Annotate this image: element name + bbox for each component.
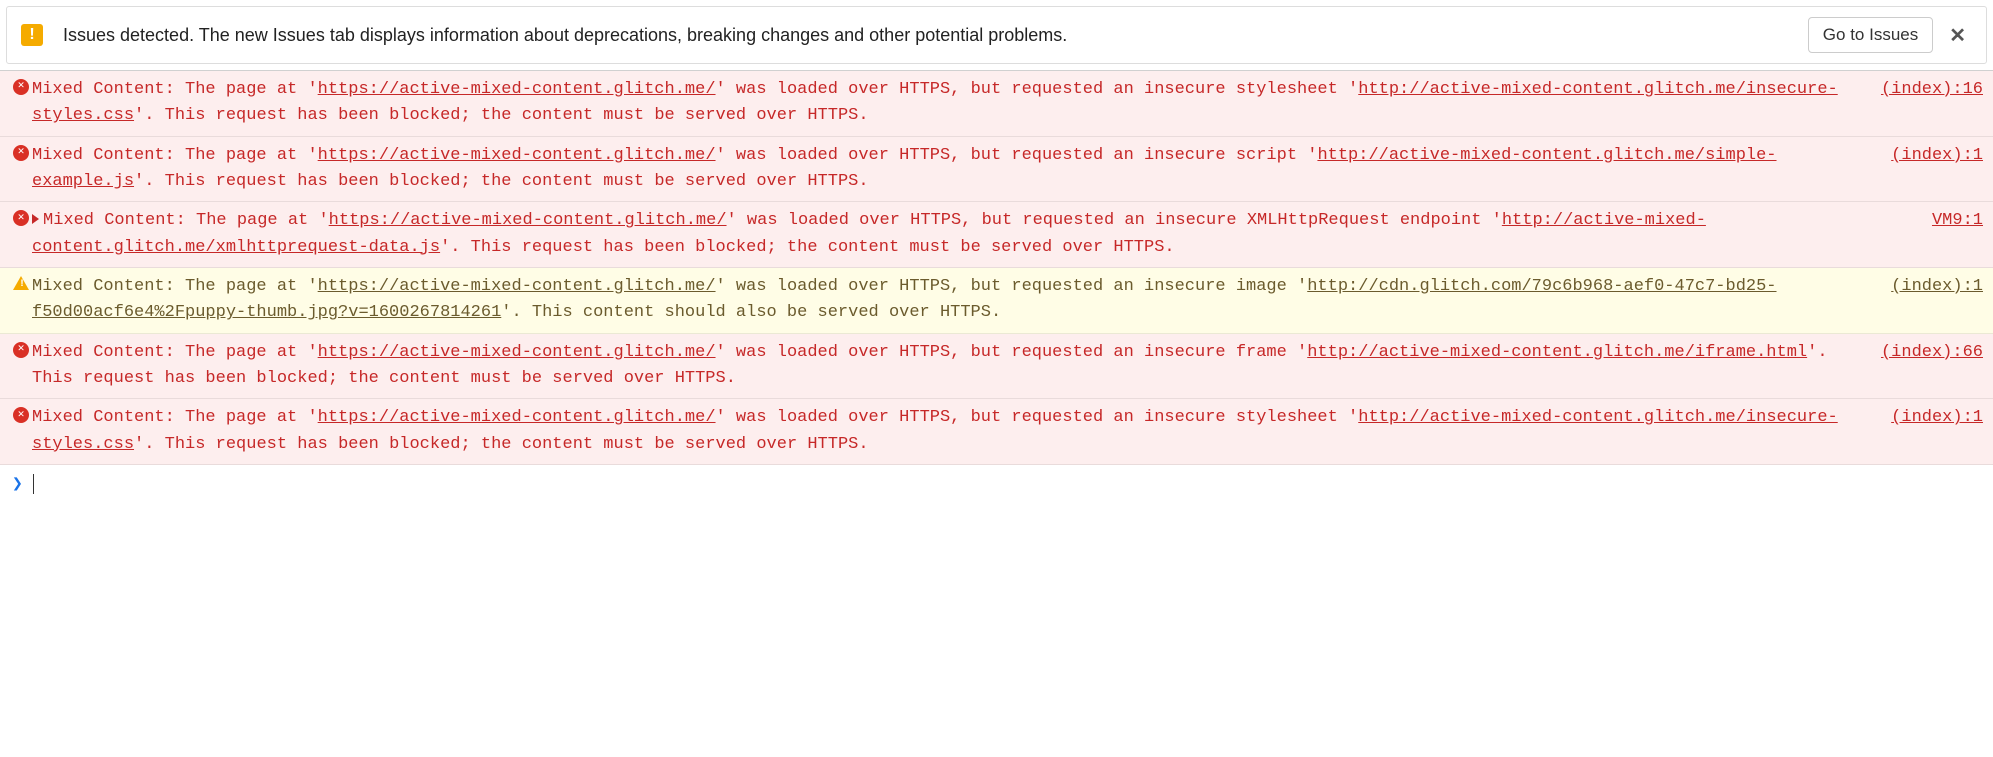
msg-prefix: Mixed Content: The page at ' — [43, 211, 329, 230]
msg-suffix: '. This request has been blocked; the co… — [134, 106, 869, 125]
console-message: Mixed Content: The page at 'https://acti… — [32, 340, 1881, 393]
error-icon: ✕ — [13, 79, 29, 95]
msg-mid: ' was loaded over HTTPS, but requested a… — [727, 211, 1502, 230]
disclosure-triangle-icon[interactable] — [32, 214, 39, 224]
issues-bar-text: Issues detected. The new Issues tab disp… — [63, 25, 1808, 46]
console-message: Mixed Content: The page at 'https://acti… — [32, 77, 1881, 130]
msg-mid: ' was loaded over HTTPS, but requested a… — [716, 408, 1359, 427]
msg-suffix: '. This request has been blocked; the co… — [134, 435, 869, 454]
issues-alert-icon: ! — [21, 24, 43, 46]
msg-mid: ' was loaded over HTTPS, but requested a… — [716, 80, 1359, 99]
page-url-link[interactable]: https://active-mixed-content.glitch.me/ — [318, 343, 716, 362]
console-message: Mixed Content: The page at 'https://acti… — [32, 405, 1891, 458]
msg-suffix: '. This content should also be served ov… — [501, 303, 1001, 322]
page-url-link[interactable]: https://active-mixed-content.glitch.me/ — [318, 277, 716, 296]
msg-mid: ' was loaded over HTTPS, but requested a… — [716, 277, 1308, 296]
source-link[interactable]: (index):1 — [1891, 405, 1983, 431]
msg-prefix: Mixed Content: The page at ' — [32, 80, 318, 99]
console-row-warning[interactable]: Mixed Content: The page at 'https://acti… — [0, 268, 1993, 334]
prompt-cursor — [33, 474, 34, 494]
error-icon: ✕ — [13, 342, 29, 358]
console-row-error[interactable]: ✕Mixed Content: The page at 'https://act… — [0, 399, 1993, 465]
source-link[interactable]: (index):16 — [1881, 77, 1983, 103]
prompt-caret-icon: ❯ — [12, 473, 23, 494]
source-link[interactable]: VM9:1 — [1932, 208, 1983, 234]
console-row-error[interactable]: ✕Mixed Content: The page at 'https://act… — [0, 202, 1993, 268]
console-message: Mixed Content: The page at 'https://acti… — [32, 208, 1932, 261]
console-row-error[interactable]: ✕Mixed Content: The page at 'https://act… — [0, 71, 1993, 137]
source-link[interactable]: (index):66 — [1881, 340, 1983, 366]
page-url-link[interactable]: https://active-mixed-content.glitch.me/ — [318, 80, 716, 99]
page-url-link[interactable]: https://active-mixed-content.glitch.me/ — [318, 408, 716, 427]
console-row-error[interactable]: ✕Mixed Content: The page at 'https://act… — [0, 334, 1993, 400]
console-message: Mixed Content: The page at 'https://acti… — [32, 274, 1891, 327]
go-to-issues-button[interactable]: Go to Issues — [1808, 17, 1933, 53]
source-link[interactable]: (index):1 — [1891, 143, 1983, 169]
msg-mid: ' was loaded over HTTPS, but requested a… — [716, 146, 1318, 165]
msg-suffix: '. This request has been blocked; the co… — [440, 238, 1175, 257]
page-url-link[interactable]: https://active-mixed-content.glitch.me/ — [318, 146, 716, 165]
msg-prefix: Mixed Content: The page at ' — [32, 408, 318, 427]
console-prompt-row[interactable]: ❯ — [0, 465, 1993, 502]
close-icon[interactable]: ✕ — [1943, 23, 1972, 48]
msg-suffix: '. This request has been blocked; the co… — [134, 172, 869, 191]
console-row-error[interactable]: ✕Mixed Content: The page at 'https://act… — [0, 137, 1993, 203]
console-log-list: ✕Mixed Content: The page at 'https://act… — [0, 70, 1993, 465]
error-icon: ✕ — [13, 407, 29, 423]
msg-prefix: Mixed Content: The page at ' — [32, 146, 318, 165]
issues-bar: ! Issues detected. The new Issues tab di… — [6, 6, 1987, 64]
warning-icon — [13, 276, 29, 290]
error-icon: ✕ — [13, 145, 29, 161]
console-message: Mixed Content: The page at 'https://acti… — [32, 143, 1891, 196]
msg-prefix: Mixed Content: The page at ' — [32, 343, 318, 362]
resource-url-link[interactable]: http://active-mixed-content.glitch.me/if… — [1307, 343, 1807, 362]
source-link[interactable]: (index):1 — [1891, 274, 1983, 300]
error-icon: ✕ — [13, 210, 29, 226]
msg-mid: ' was loaded over HTTPS, but requested a… — [716, 343, 1308, 362]
msg-prefix: Mixed Content: The page at ' — [32, 277, 318, 296]
page-url-link[interactable]: https://active-mixed-content.glitch.me/ — [329, 211, 727, 230]
